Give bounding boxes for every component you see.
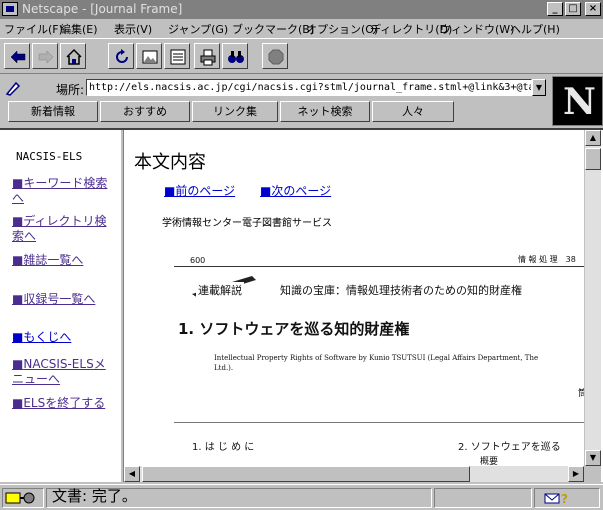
back-arrow-icon [10,50,26,64]
back-button[interactable] [4,43,30,69]
print-button[interactable] [194,43,220,69]
reload-button[interactable] [108,43,134,69]
scan-header-rule [174,266,584,267]
scroll-down-button[interactable]: ▼ [585,450,601,466]
whats-cool-button[interactable]: おすすめ [100,101,190,122]
svg-text:?: ? [561,492,568,506]
next-page-link[interactable]: ■次のページ [260,182,331,199]
whats-new-button[interactable]: 新着情報 [8,101,98,122]
menu-bookmarks[interactable]: ブックマーク(B) [232,21,314,37]
scanned-article-page: 600 情 報 処 理 38 連載解説 知識の宝庫：情報処理技術者のための知的財… [174,250,584,466]
directory-search-link[interactable]: ■ディレクトリ検索へ [12,214,112,244]
netscape-logo[interactable]: N [552,76,603,126]
forward-arrow-icon [38,50,54,64]
scan-section-rule [174,422,584,423]
menu-jump[interactable]: ジャンプ(G) [168,21,228,37]
progress-panel [434,488,532,508]
scan-page-number: 600 [190,256,206,265]
images-icon [142,50,158,64]
scan-journal-name: 情 報 処 理 38 [518,255,576,264]
title-bar: Netscape - [Journal Frame] _ □ × [0,0,603,19]
menu-options[interactable]: オプション(O) [306,21,378,37]
location-dropdown-button[interactable]: ▼ [532,79,546,96]
net-search-button[interactable]: ネット検索 [280,101,370,122]
mail-panel[interactable]: ? [534,488,600,508]
status-message: 文書: 完了。 [52,487,137,505]
scan-series-title: 知識の宝庫：情報処理技術者のための知的財産権 [280,284,522,297]
vertical-scrollbar[interactable]: ▲ ▼ [584,130,601,466]
scan-article-title: 1. ソフトウェアを巡る知的財産権 [178,320,410,338]
people-button[interactable]: 人々 [372,101,454,122]
security-key-icon [5,492,35,504]
minimize-button[interactable]: _ [547,2,563,16]
window-title: Netscape - [Journal Frame] [22,2,183,16]
scan-english-title-2: Ltd.). [214,364,234,372]
menu-help[interactable]: ヘルプ(H) [510,21,560,37]
images-button[interactable] [136,43,162,69]
menu-edit[interactable]: 編集(E) [60,21,98,37]
menu-bar: ファイル(F) 編集(E) 表示(V) ジャンプ(G) ブックマーク(B) オプ… [0,19,603,38]
horizontal-scroll-thumb[interactable] [142,466,470,482]
menu-view[interactable]: 表示(V) [114,21,152,37]
left-frame-title: NACSIS-ELS [16,150,83,163]
scroll-left-button[interactable]: ◀ [124,466,140,482]
location-label: 場所: [56,83,85,97]
netscape-app-icon[interactable] [2,2,18,16]
left-nav-frame: NACSIS-ELS ■キーワード検索へ ■ディレクトリ検索へ ■雑誌一覧へ ■… [0,130,120,482]
stop-button[interactable] [262,43,288,69]
horizontal-scrollbar[interactable]: ◀ ▶ [124,466,584,482]
keyword-search-link[interactable]: ■キーワード検索へ [12,176,112,206]
binoculars-icon [228,51,244,63]
forward-button[interactable] [32,43,58,69]
scan-series-label: 連載解説 [196,282,244,298]
previous-page-link[interactable]: ■前のページ [164,182,235,199]
close-button[interactable]: × [585,2,601,16]
netscape-logo-letter: N [563,81,596,123]
reload-icon [116,49,128,63]
scroll-up-button[interactable]: ▲ [585,130,601,146]
els-exit-link[interactable]: ■ELSを終了する [12,396,112,411]
scan-section-2-sub: 概要 [480,457,499,466]
find-button[interactable] [222,43,248,69]
scan-section-2: 2. ソフトウェアを巡る [458,442,561,453]
maximize-button[interactable]: □ [565,2,581,16]
home-button[interactable] [60,43,86,69]
bookmark-quickfile-icon[interactable] [4,80,22,96]
stop-icon [268,49,284,65]
open-page-icon [170,49,186,65]
security-indicator[interactable] [2,488,44,508]
location-url-input[interactable]: http://els.nacsis.ac.jp/cgi/nacsis.cgi?s… [86,79,532,96]
nacsis-els-menu-link[interactable]: ■NACSIS-ELSメニューへ [12,357,112,387]
scrollbar-corner [584,466,601,482]
toolbar [0,38,603,74]
service-name: 学術情報センター電子図書館サービス [162,218,332,229]
scan-english-title-1: Intellectual Property Rights of Software… [214,354,539,362]
menu-window[interactable]: ウィンドウ(W) [440,21,514,37]
home-icon [66,48,82,65]
menu-file[interactable]: ファイル(F) [4,21,63,37]
mail-icon: ? [544,492,568,506]
page-title: 本文内容 [134,152,206,173]
printer-icon [200,49,216,66]
scan-section-1: 1. は じ め に [192,442,255,453]
issue-list-link[interactable]: ■収録号一覧へ [12,292,112,307]
open-button[interactable] [164,43,190,69]
journal-list-link[interactable]: ■雑誌一覧へ [12,253,112,268]
vertical-scroll-thumb[interactable] [585,148,601,170]
contents-link[interactable]: ■もくじへ [12,330,112,345]
links-button[interactable]: リンク集 [192,101,278,122]
article-frame: 本文内容 ■前のページ ■次のページ 学術情報センター電子図書館サービス 600… [124,130,584,466]
scroll-right-button[interactable]: ▶ [568,466,584,482]
